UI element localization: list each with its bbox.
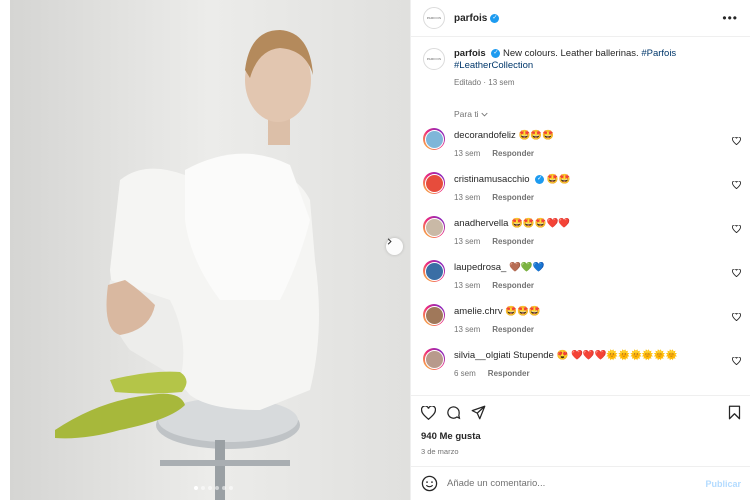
more-options-icon[interactable]: ••• [722, 11, 738, 25]
comments-list[interactable]: decorandofeliz 🤩🤩🤩 13 sem Responder cristin… [411, 124, 750, 400]
verified-badge-icon: ✓ [490, 13, 500, 23]
verified-badge-icon: ✓ [491, 48, 501, 58]
post-header: PARFOIS parfois ✓ ••• [411, 0, 750, 37]
comment-text: 🤩🤩🤩❤️❤️ [511, 218, 571, 229]
post-username[interactable]: parfois [454, 13, 487, 24]
comment-avatar[interactable] [423, 216, 445, 238]
likes-count[interactable]: 940 Me gusta [421, 431, 741, 442]
post-actions: 940 Me gusta 3 de marzo [411, 395, 750, 456]
comment-age: 13 sem [454, 237, 481, 246]
carousel-next-button[interactable] [386, 238, 403, 255]
brand-avatar[interactable]: PARFOIS [423, 7, 445, 29]
caption-age: 13 sem [488, 78, 515, 87]
comment-like-heart-icon[interactable] [732, 357, 741, 365]
comment-text: 🤩🤩🤩 [518, 130, 554, 141]
comment-age: 13 sem [454, 325, 481, 334]
carousel-indicators [194, 486, 233, 490]
save-bookmark-icon[interactable] [728, 405, 741, 420]
reply-button[interactable]: Responder [488, 369, 530, 378]
edited-label: Editado [454, 78, 482, 87]
comment-text: 🤩🤩🤩 [505, 306, 541, 317]
hashtag-link[interactable]: #Parfois [641, 48, 676, 59]
comment-age: 6 sem [454, 369, 476, 378]
comment-row: cristinamusacchio ✓ 🤩🤩 13 sem Responder [411, 168, 750, 212]
carousel-dot [201, 486, 205, 490]
comment-like-heart-icon[interactable] [732, 137, 741, 145]
comment-composer: Publicar [411, 466, 750, 500]
comment-text: Stupende 😍 ❤️❤️❤️🌞🌞🌞🌞🌞🌞 [513, 350, 678, 361]
carousel-dot [215, 486, 219, 490]
post-media[interactable] [10, 0, 410, 500]
comment-avatar[interactable] [423, 348, 445, 370]
share-icon[interactable] [471, 405, 486, 420]
comment-row: laupedrosa_ 🤎💚💙 13 sem Responder [411, 256, 750, 300]
verified-badge-icon: ✓ [535, 174, 545, 184]
comment-sort-dropdown[interactable]: Para ti [454, 109, 488, 119]
comment-username[interactable]: cristinamusacchio [454, 174, 530, 185]
caption-avatar-logo: PARFOIS [426, 57, 442, 61]
publish-button[interactable]: Publicar [705, 479, 741, 489]
carousel-dot [194, 486, 198, 490]
comment-avatar[interactable] [423, 260, 445, 282]
chevron-down-icon [481, 112, 488, 117]
comment-age: 13 sem [454, 149, 481, 158]
comment-row: silvia__olgiati Stupende 😍 ❤️❤️❤️🌞🌞🌞🌞🌞🌞 6… [411, 344, 750, 388]
comment-username[interactable]: laupedrosa_ [454, 262, 506, 273]
comment-like-heart-icon[interactable] [732, 313, 741, 321]
caption-text: New colours. Leather ballerinas. [502, 48, 639, 59]
carousel-dot [208, 486, 212, 490]
comment-username[interactable]: silvia__olgiati [454, 350, 511, 361]
post-caption: PARFOIS parfois ✓ New colours. Leather b… [411, 37, 750, 135]
comment-avatar[interactable] [423, 304, 445, 326]
like-heart-icon[interactable] [421, 405, 436, 420]
carousel-dot [229, 486, 233, 490]
sort-label: Para ti [454, 109, 479, 119]
chevron-right-icon [387, 238, 392, 245]
comment-input[interactable] [447, 478, 706, 489]
comment-age: 13 sem [454, 193, 481, 202]
comment-row: anadhervella 🤩🤩🤩❤️❤️ 13 sem Responder [411, 212, 750, 256]
comment-username[interactable]: amelie.chrv [454, 306, 503, 317]
comment-username[interactable]: anadhervella [454, 218, 508, 229]
comment-row: amelie.chrv 🤩🤩🤩 13 sem Responder [411, 300, 750, 344]
reply-button[interactable]: Responder [492, 149, 534, 158]
comment-username[interactable]: decorandofeliz [454, 130, 516, 141]
comment-like-heart-icon[interactable] [732, 181, 741, 189]
emoji-icon[interactable] [421, 475, 438, 492]
caption-avatar[interactable]: PARFOIS [423, 48, 445, 70]
post-photo [10, 0, 410, 500]
carousel-dot [222, 486, 226, 490]
caption-username[interactable]: parfois [454, 48, 486, 59]
comment-row: decorandofeliz 🤩🤩🤩 13 sem Responder [411, 124, 750, 168]
caption-meta: Editado · 13 sem [454, 78, 515, 87]
comment-icon[interactable] [446, 405, 461, 420]
comment-avatar[interactable] [423, 172, 445, 194]
comment-text: 🤎💚💙 [508, 262, 545, 273]
comment-avatar[interactable] [423, 128, 445, 150]
post-side-panel: PARFOIS parfois ✓ ••• PARFOIS parfois ✓ … [410, 0, 750, 500]
reply-button[interactable]: Responder [492, 193, 534, 202]
hashtag-link[interactable]: #LeatherCollection [454, 60, 533, 71]
post-dialog: PARFOIS parfois ✓ ••• PARFOIS parfois ✓ … [10, 0, 750, 500]
post-date: 3 de marzo [421, 447, 459, 456]
comment-like-heart-icon[interactable] [732, 225, 741, 233]
reply-button[interactable]: Responder [492, 325, 534, 334]
comment-age: 13 sem [454, 281, 481, 290]
comment-text: 🤩🤩 [546, 174, 571, 185]
brand-avatar-logo: PARFOIS [426, 16, 442, 20]
reply-button[interactable]: Responder [492, 237, 534, 246]
comment-like-heart-icon[interactable] [732, 269, 741, 277]
reply-button[interactable]: Responder [492, 281, 534, 290]
